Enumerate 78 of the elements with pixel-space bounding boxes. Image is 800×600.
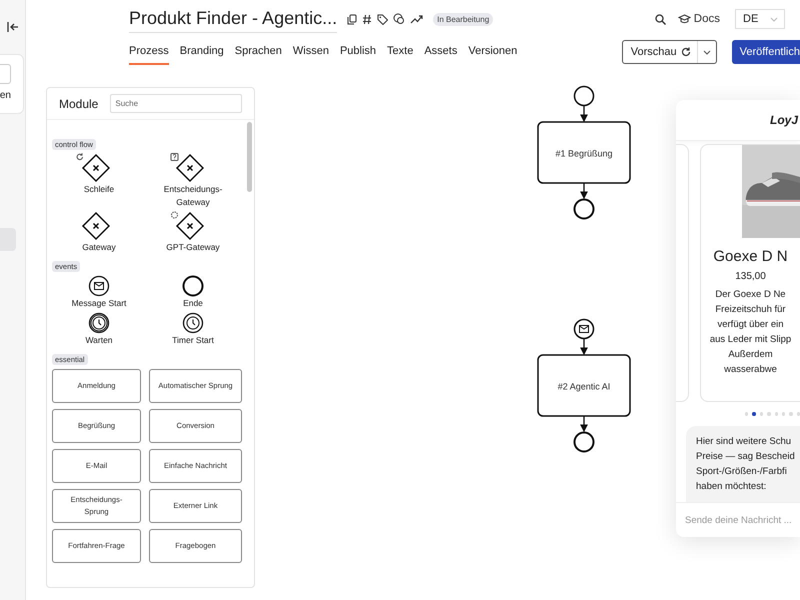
docs-link[interactable]: Docs xyxy=(678,13,720,25)
node-label: #2 Agentic AI xyxy=(558,382,610,392)
tab[interactable]: Assets xyxy=(424,38,458,65)
module-label: Ende xyxy=(182,297,204,310)
product-card[interactable]: Goexe D N 135,00 Der Goexe D Ne Freizeitschuh für verfügt über ein aus Leder mit Slipp Außerdem wasserabwe xyxy=(700,144,800,402)
product-price: 135,00 xyxy=(735,271,766,282)
carousel-dot[interactable] xyxy=(789,412,793,416)
preview-button[interactable]: Vorschau xyxy=(622,40,717,64)
gateway-icon[interactable] xyxy=(76,153,110,183)
description-line: Außerdem xyxy=(728,348,773,362)
module-label: Timer Start xyxy=(171,334,215,347)
task-node[interactable] xyxy=(537,354,631,417)
message-line: Hier sind weitere Schu xyxy=(696,435,792,449)
badge-icon[interactable] xyxy=(393,13,406,25)
trend-icon[interactable] xyxy=(410,14,424,24)
message-input[interactable]: Sende deine Nachricht ... xyxy=(676,502,800,537)
module-label: Entscheidungs-Gateway xyxy=(162,183,224,209)
carousel-dot[interactable] xyxy=(745,412,748,416)
refresh-icon xyxy=(680,47,691,57)
product-title: Goexe D N xyxy=(713,248,788,265)
module-label: Gateway xyxy=(81,241,117,254)
search-icon[interactable] xyxy=(654,14,666,24)
project-title[interactable]: Produkt Finder - Agentic... xyxy=(129,8,338,32)
gateway-icon[interactable] xyxy=(170,153,204,183)
tab[interactable]: Publish xyxy=(340,38,376,65)
description-line: aus Leder mit Slipp xyxy=(710,333,792,347)
event-icon[interactable] xyxy=(182,275,204,297)
description-line: Freizeitschuh für xyxy=(715,303,786,317)
node-label: #1 Begrüßung xyxy=(555,148,613,158)
search-field[interactable]: Suche xyxy=(110,94,242,113)
carousel-dot[interactable] xyxy=(774,412,778,416)
tab[interactable]: Texte xyxy=(387,38,414,65)
end-event[interactable] xyxy=(574,432,594,452)
tab[interactable]: Prozess xyxy=(129,38,169,65)
module-label: GPT-Gateway xyxy=(165,241,221,254)
tab[interactable]: Branding xyxy=(180,38,224,65)
copy-icon[interactable] xyxy=(347,14,358,24)
publish-button[interactable]: Veröffentlich xyxy=(732,40,800,64)
module-label: Schleife xyxy=(82,183,116,196)
panel-title: Module xyxy=(59,96,98,110)
event-icon[interactable] xyxy=(88,312,110,334)
chevron-icon[interactable] xyxy=(702,50,711,54)
carousel-dot[interactable] xyxy=(752,412,756,416)
event-icon[interactable] xyxy=(182,312,204,334)
carousel-dot[interactable] xyxy=(760,412,764,416)
tag-icon[interactable] xyxy=(377,14,388,24)
description-line: wasserabwe xyxy=(724,363,777,377)
message-line: Sport-/Größen-/Farbfi xyxy=(696,465,788,479)
flow-arrow[interactable] xyxy=(580,106,588,122)
module-label: Message Start xyxy=(70,297,128,310)
collapse-icon[interactable] xyxy=(7,22,19,32)
description-line: Der Goexe D Ne xyxy=(715,288,786,302)
flow-arrow[interactable] xyxy=(580,339,588,356)
flow-arrow[interactable] xyxy=(580,183,588,200)
language-select[interactable]: DE xyxy=(735,9,785,29)
graduation-cap-icon xyxy=(678,14,691,24)
sidebar-label: en xyxy=(0,90,11,101)
scrollbar[interactable] xyxy=(247,122,252,192)
end-event[interactable] xyxy=(574,198,594,220)
description-line: verfügt über ein xyxy=(717,318,784,332)
message-line: haben möchtest: xyxy=(696,480,768,494)
brand-name: LoyJ xyxy=(770,113,798,127)
carousel-dot[interactable] xyxy=(767,412,770,416)
gateway-icon[interactable] xyxy=(170,211,204,241)
event-icon[interactable] xyxy=(88,275,110,297)
tab[interactable]: Wissen xyxy=(292,38,329,65)
tab[interactable]: Versionen xyxy=(468,38,518,65)
task-node[interactable] xyxy=(537,121,631,184)
flow-arrow[interactable] xyxy=(580,416,588,432)
tab[interactable]: Sprachen xyxy=(234,38,282,65)
start-event[interactable] xyxy=(574,318,594,340)
status-badge: In Bearbeitung xyxy=(433,12,494,26)
module-label: Warten xyxy=(84,334,114,347)
carousel-dot[interactable] xyxy=(782,412,786,416)
hash-icon[interactable] xyxy=(362,14,372,24)
chevron-icon xyxy=(770,16,778,22)
start-event[interactable] xyxy=(574,86,594,106)
message-line: Preise — sag Bescheid xyxy=(696,450,796,464)
